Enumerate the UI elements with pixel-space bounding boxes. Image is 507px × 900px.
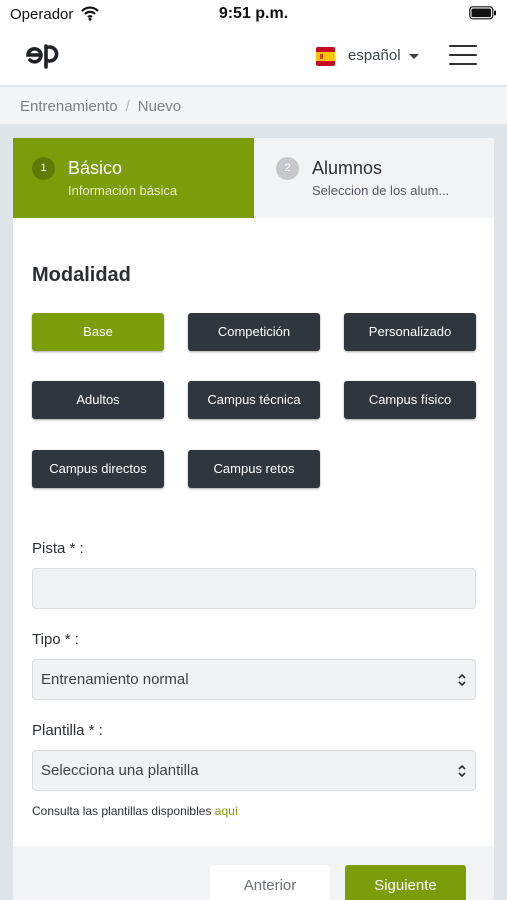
section-title-modalidad: Modalidad: [32, 264, 131, 286]
clock: 9:51 p.m.: [218, 5, 289, 22]
plantilla-select[interactable]: Selecciona una plantilla: [32, 750, 476, 791]
chevron-down-icon[interactable]: [409, 54, 419, 59]
step-basico[interactable]: 1 Básico Información básica: [13, 138, 254, 218]
step-alumnos[interactable]: 2 Alumnos Seleccion de los alum...: [254, 138, 494, 218]
step-subtitle: Seleccion de los alum...: [312, 183, 450, 198]
breadcrumb-item-entrenamiento[interactable]: Entrenamiento: [20, 98, 118, 115]
app-logo[interactable]: [26, 41, 64, 69]
step-title: Básico: [68, 158, 123, 178]
modalidad-competicion-button[interactable]: Competición: [188, 313, 320, 351]
tipo-select[interactable]: Entrenamiento normal: [32, 659, 476, 700]
modalidad-personalizado-button[interactable]: Personalizado: [344, 313, 476, 351]
modalidad-adultos-button[interactable]: Adultos: [32, 381, 164, 419]
plantillas-help-text: Consulta las plantillas disponibles aquí: [32, 804, 238, 818]
step-number: 1: [32, 157, 55, 180]
modalidad-campus-fisico-button[interactable]: Campus físico: [344, 381, 476, 419]
plantilla-label: Plantilla * :: [32, 722, 103, 739]
plantilla-select-value: Selecciona una plantilla: [41, 762, 199, 779]
select-arrows-icon: [458, 764, 466, 778]
battery-icon: [469, 6, 496, 20]
select-arrows-icon: [458, 673, 466, 687]
tipo-select-value: Entrenamiento normal: [41, 671, 189, 688]
modalidad-campus-directos-button[interactable]: Campus directos: [32, 450, 164, 488]
hamburger-icon[interactable]: [449, 45, 477, 67]
modalidad-campus-tecnica-button[interactable]: Campus técnica: [188, 381, 320, 419]
step-subtitle: Información básica: [68, 183, 178, 198]
help-text: Consulta las plantillas disponibles: [32, 804, 212, 818]
step-title: Alumnos: [312, 158, 383, 178]
pista-label: Pista * :: [32, 540, 84, 557]
tipo-label: Tipo * :: [32, 631, 79, 648]
siguiente-button[interactable]: Siguiente: [345, 865, 466, 900]
training-form-card: 1 Básico Información básica 2 Alumnos Se…: [13, 138, 494, 900]
anterior-button[interactable]: Anterior: [210, 865, 330, 900]
top-navbar: español: [0, 30, 507, 86]
breadcrumb-separator: /: [125, 98, 130, 115]
breadcrumb-item-nuevo: Nuevo: [137, 98, 182, 115]
language-selector[interactable]: español: [348, 47, 401, 64]
plantillas-link[interactable]: aquí: [215, 804, 238, 818]
pista-input[interactable]: [32, 568, 476, 609]
form-footer: Anterior Siguiente: [13, 846, 494, 900]
breadcrumb: Entrenamiento / Nuevo: [0, 87, 507, 125]
step-number: 2: [276, 157, 299, 180]
spain-flag-icon[interactable]: [316, 47, 335, 66]
modalidad-campus-retos-button[interactable]: Campus retos: [188, 450, 320, 488]
modalidad-base-button[interactable]: Base: [32, 313, 164, 351]
status-bar: Operador 9:51 p.m.: [0, 0, 507, 30]
